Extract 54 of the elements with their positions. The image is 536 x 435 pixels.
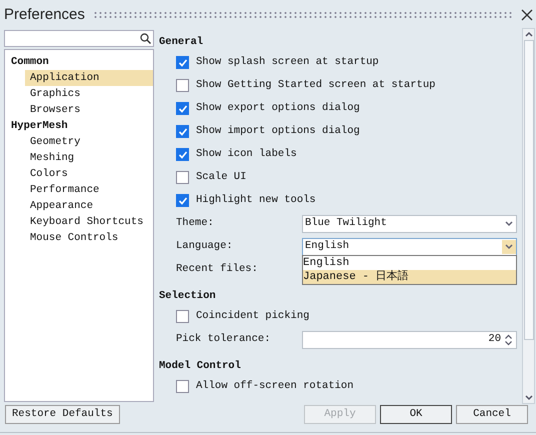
checkbox[interactable]: [176, 171, 189, 184]
checkbox[interactable]: [176, 380, 189, 393]
tree-item[interactable]: Graphics: [25, 86, 153, 102]
checkbox-label[interactable]: Show import options dialog: [196, 124, 360, 140]
scroll-down-icon[interactable]: [524, 395, 532, 401]
checkbox[interactable]: [176, 102, 189, 115]
checkbox[interactable]: [176, 125, 189, 138]
section-heading: General: [159, 35, 204, 50]
checkbox-label[interactable]: Show Getting Started screen at startup: [196, 78, 436, 94]
dropdown[interactable]: Blue Twilight: [302, 214, 517, 232]
section-heading: Selection: [159, 289, 217, 304]
tree-item[interactable]: Colors: [25, 166, 153, 182]
field-label: Theme:: [176, 216, 215, 231]
search-field[interactable]: [4, 30, 154, 47]
checkbox-label[interactable]: Show icon labels: [196, 146, 297, 162]
tree-item[interactable]: Browsers: [25, 102, 153, 118]
checkbox[interactable]: [176, 194, 189, 207]
dropdown[interactable]: English: [302, 238, 517, 256]
window-title: Preferences: [4, 4, 85, 25]
tree-item[interactable]: Keyboard Shortcuts: [25, 214, 153, 230]
dropdown-option[interactable]: English: [303, 256, 516, 270]
tree-group[interactable]: Common: [5, 54, 153, 70]
search-icon: [140, 33, 151, 44]
spin-arrows-icon[interactable]: [504, 334, 513, 346]
tree-item[interactable]: Meshing: [25, 150, 153, 166]
checkbox[interactable]: [176, 310, 189, 323]
field-label: Recent files:: [176, 262, 259, 277]
dialog-button[interactable]: OK: [380, 405, 452, 424]
checkbox-label[interactable]: Show export options dialog: [196, 100, 360, 116]
field-label: Language:: [176, 238, 234, 254]
scrollbar[interactable]: [522, 28, 535, 404]
tree-group[interactable]: HyperMesh: [5, 118, 153, 134]
checkbox[interactable]: [176, 148, 189, 161]
tree-item[interactable]: Geometry: [25, 134, 153, 150]
dialog-button[interactable]: Cancel: [456, 405, 528, 424]
checkbox[interactable]: [176, 79, 189, 92]
section-heading: Model Control: [159, 359, 242, 374]
checkbox[interactable]: [176, 56, 189, 69]
dropdown-option[interactable]: Japanese - 日本語: [303, 270, 516, 284]
tree-item[interactable]: Appearance: [25, 198, 153, 214]
checkbox-label[interactable]: Allow off-screen rotation: [196, 378, 354, 394]
tree-item[interactable]: Performance: [25, 182, 153, 198]
spin-field[interactable]: 20: [302, 330, 517, 348]
checkbox-label[interactable]: Show splash screen at startup: [196, 54, 379, 70]
tree-item[interactable]: Mouse Controls: [25, 230, 153, 246]
close-icon[interactable]: [521, 9, 533, 21]
checkbox-label[interactable]: Highlight new tools: [196, 192, 316, 208]
dialog-button[interactable]: Restore Defaults: [5, 405, 120, 424]
scroll-up-icon[interactable]: [524, 31, 532, 37]
tree-item[interactable]: Application: [25, 70, 153, 86]
scrollbar-thumb[interactable]: [524, 40, 534, 340]
checkbox-label[interactable]: Scale UI: [196, 170, 246, 186]
field-label: Pick tolerance:: [176, 332, 272, 347]
checkbox-label[interactable]: Coincident picking: [196, 308, 310, 324]
